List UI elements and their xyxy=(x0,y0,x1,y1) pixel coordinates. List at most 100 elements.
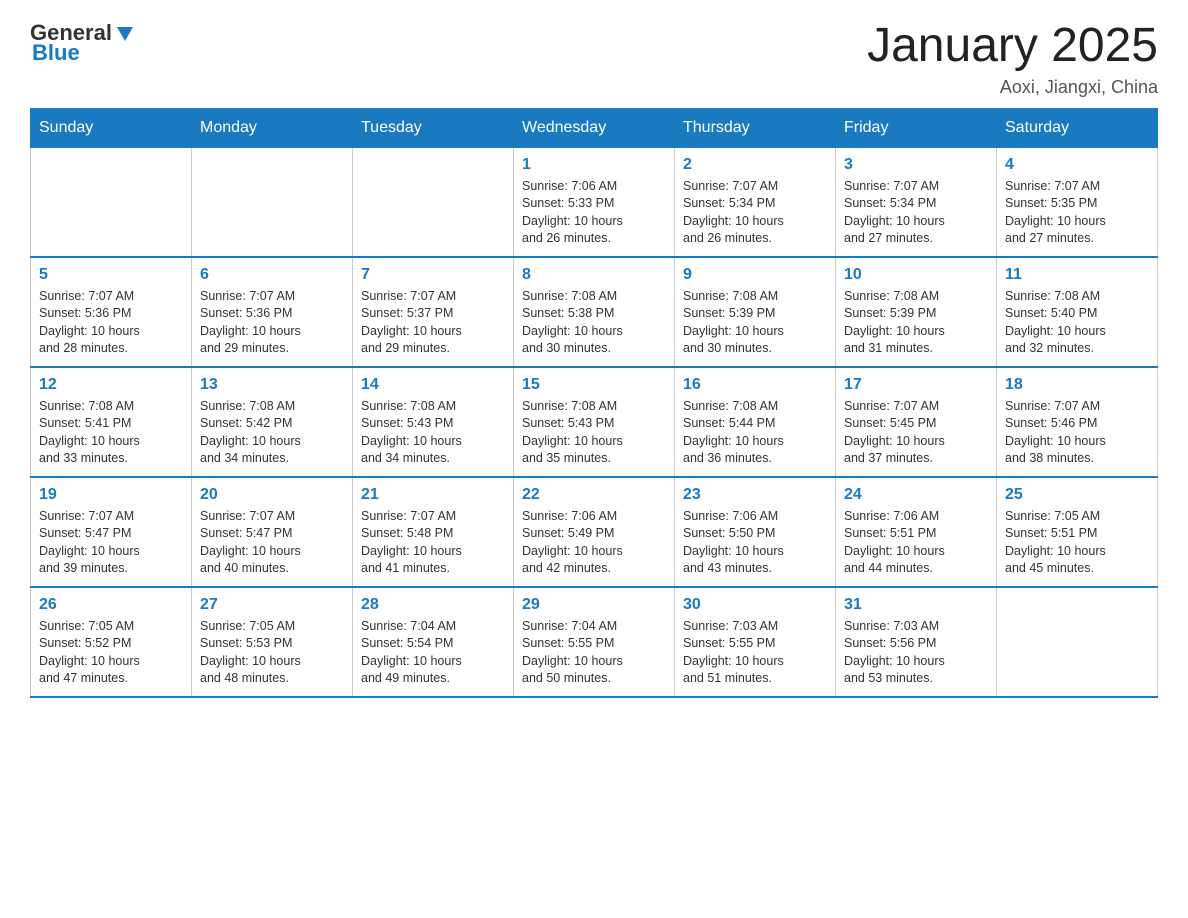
calendar-cell: 2 Sunrise: 7:07 AM Sunset: 5:34 PM Daylig… xyxy=(675,147,836,257)
header-tuesday: Tuesday xyxy=(353,108,514,147)
calendar-cell: 9 Sunrise: 7:08 AM Sunset: 5:39 PM Daylig… xyxy=(675,257,836,367)
day-number: 7 xyxy=(361,266,505,284)
day-number: 3 xyxy=(844,156,988,174)
day-number: 14 xyxy=(361,376,505,394)
header-wednesday: Wednesday xyxy=(514,108,675,147)
day-info: Sunrise: 7:08 AM Sunset: 5:38 PM Dayligh… xyxy=(522,288,666,358)
day-number: 16 xyxy=(683,376,827,394)
week-row-5: 26 Sunrise: 7:05 AM Sunset: 5:52 PM Dayli… xyxy=(31,587,1158,697)
calendar-cell: 24 Sunrise: 7:06 AM Sunset: 5:51 PM Dayli… xyxy=(836,477,997,587)
calendar-cell: 29Sunrise: 7:04 AM Sunset: 5:55 PM Dayli… xyxy=(514,587,675,697)
logo: General Blue xyxy=(30,20,136,66)
day-number: 20 xyxy=(200,486,344,504)
calendar-cell: 21 Sunrise: 7:07 AM Sunset: 5:48 PM Dayli… xyxy=(353,477,514,587)
calendar-cell: 30Sunrise: 7:03 AM Sunset: 5:55 PM Dayli… xyxy=(675,587,836,697)
day-number: 9 xyxy=(683,266,827,284)
day-info: Sunrise: 7:04 AM Sunset: 5:54 PM Dayligh… xyxy=(361,618,505,688)
calendar-cell: 15 Sunrise: 7:08 AM Sunset: 5:43 PM Dayli… xyxy=(514,367,675,477)
logo-blue: Blue xyxy=(32,40,80,66)
day-info: Sunrise: 7:08 AM Sunset: 5:41 PM Dayligh… xyxy=(39,398,183,468)
day-info: Sunrise: 7:05 AM Sunset: 5:52 PM Dayligh… xyxy=(39,618,183,688)
day-number: 1 xyxy=(522,156,666,174)
header-sunday: Sunday xyxy=(31,108,192,147)
calendar-cell xyxy=(353,147,514,257)
day-number: 28 xyxy=(361,596,505,614)
day-number: 8 xyxy=(522,266,666,284)
day-info: Sunrise: 7:07 AM Sunset: 5:36 PM Dayligh… xyxy=(39,288,183,358)
day-info: Sunrise: 7:08 AM Sunset: 5:43 PM Dayligh… xyxy=(522,398,666,468)
calendar-cell: 6Sunrise: 7:07 AM Sunset: 5:36 PM Daylig… xyxy=(192,257,353,367)
calendar-cell xyxy=(997,587,1158,697)
day-info: Sunrise: 7:08 AM Sunset: 5:43 PM Dayligh… xyxy=(361,398,505,468)
calendar-cell: 16 Sunrise: 7:08 AM Sunset: 5:44 PM Dayli… xyxy=(675,367,836,477)
week-row-3: 12 Sunrise: 7:08 AM Sunset: 5:41 PM Dayli… xyxy=(31,367,1158,477)
calendar-subtitle: Aoxi, Jiangxi, China xyxy=(867,77,1158,98)
day-info: Sunrise: 7:07 AM Sunset: 5:34 PM Dayligh… xyxy=(683,178,827,248)
day-info: Sunrise: 7:06 AM Sunset: 5:49 PM Dayligh… xyxy=(522,508,666,578)
calendar-cell: 22Sunrise: 7:06 AM Sunset: 5:49 PM Dayli… xyxy=(514,477,675,587)
day-info: Sunrise: 7:07 AM Sunset: 5:46 PM Dayligh… xyxy=(1005,398,1149,468)
calendar-cell: 23 Sunrise: 7:06 AM Sunset: 5:50 PM Dayli… xyxy=(675,477,836,587)
day-number: 21 xyxy=(361,486,505,504)
day-number: 27 xyxy=(200,596,344,614)
calendar-cell: 20 Sunrise: 7:07 AM Sunset: 5:47 PM Dayli… xyxy=(192,477,353,587)
day-number: 5 xyxy=(39,266,183,284)
calendar-cell: 12 Sunrise: 7:08 AM Sunset: 5:41 PM Dayli… xyxy=(31,367,192,477)
calendar-cell xyxy=(192,147,353,257)
title-block: January 2025 Aoxi, Jiangxi, China xyxy=(867,20,1158,98)
day-number: 23 xyxy=(683,486,827,504)
calendar-cell: 10 Sunrise: 7:08 AM Sunset: 5:39 PM Dayli… xyxy=(836,257,997,367)
day-number: 12 xyxy=(39,376,183,394)
day-info: Sunrise: 7:07 AM Sunset: 5:47 PM Dayligh… xyxy=(200,508,344,578)
day-number: 25 xyxy=(1005,486,1149,504)
day-info: Sunrise: 7:07 AM Sunset: 5:36 PM Dayligh… xyxy=(200,288,344,358)
calendar-cell: 17 Sunrise: 7:07 AM Sunset: 5:45 PM Dayli… xyxy=(836,367,997,477)
day-info: Sunrise: 7:05 AM Sunset: 5:51 PM Dayligh… xyxy=(1005,508,1149,578)
day-number: 2 xyxy=(683,156,827,174)
day-number: 17 xyxy=(844,376,988,394)
week-row-1: 1Sunrise: 7:06 AM Sunset: 5:33 PM Daylig… xyxy=(31,147,1158,257)
day-info: Sunrise: 7:07 AM Sunset: 5:45 PM Dayligh… xyxy=(844,398,988,468)
week-row-4: 19 Sunrise: 7:07 AM Sunset: 5:47 PM Dayli… xyxy=(31,477,1158,587)
day-info: Sunrise: 7:07 AM Sunset: 5:48 PM Dayligh… xyxy=(361,508,505,578)
day-number: 19 xyxy=(39,486,183,504)
day-number: 26 xyxy=(39,596,183,614)
calendar-cell: 18Sunrise: 7:07 AM Sunset: 5:46 PM Dayli… xyxy=(997,367,1158,477)
header-friday: Friday xyxy=(836,108,997,147)
day-info: Sunrise: 7:03 AM Sunset: 5:56 PM Dayligh… xyxy=(844,618,988,688)
calendar-cell: 1Sunrise: 7:06 AM Sunset: 5:33 PM Daylig… xyxy=(514,147,675,257)
calendar-cell: 8 Sunrise: 7:08 AM Sunset: 5:38 PM Daylig… xyxy=(514,257,675,367)
header-thursday: Thursday xyxy=(675,108,836,147)
day-number: 10 xyxy=(844,266,988,284)
day-number: 24 xyxy=(844,486,988,504)
logo-triangle-icon xyxy=(114,23,136,45)
calendar-cell: 19 Sunrise: 7:07 AM Sunset: 5:47 PM Dayli… xyxy=(31,477,192,587)
calendar-cell: 28 Sunrise: 7:04 AM Sunset: 5:54 PM Dayli… xyxy=(353,587,514,697)
calendar-cell: 31 Sunrise: 7:03 AM Sunset: 5:56 PM Dayli… xyxy=(836,587,997,697)
calendar-title: January 2025 xyxy=(867,20,1158,73)
calendar-cell: 27Sunrise: 7:05 AM Sunset: 5:53 PM Dayli… xyxy=(192,587,353,697)
day-info: Sunrise: 7:07 AM Sunset: 5:47 PM Dayligh… xyxy=(39,508,183,578)
week-row-2: 5 Sunrise: 7:07 AM Sunset: 5:36 PM Daylig… xyxy=(31,257,1158,367)
day-info: Sunrise: 7:08 AM Sunset: 5:44 PM Dayligh… xyxy=(683,398,827,468)
calendar-cell xyxy=(31,147,192,257)
header-monday: Monday xyxy=(192,108,353,147)
calendar-cell: 25 Sunrise: 7:05 AM Sunset: 5:51 PM Dayli… xyxy=(997,477,1158,587)
page-header: General Blue January 2025 Aoxi, Jiangxi,… xyxy=(30,20,1158,98)
day-number: 15 xyxy=(522,376,666,394)
calendar-header-row: SundayMondayTuesdayWednesdayThursdayFrid… xyxy=(31,108,1158,147)
day-info: Sunrise: 7:06 AM Sunset: 5:51 PM Dayligh… xyxy=(844,508,988,578)
day-info: Sunrise: 7:08 AM Sunset: 5:42 PM Dayligh… xyxy=(200,398,344,468)
calendar-cell: 14 Sunrise: 7:08 AM Sunset: 5:43 PM Dayli… xyxy=(353,367,514,477)
day-info: Sunrise: 7:08 AM Sunset: 5:39 PM Dayligh… xyxy=(844,288,988,358)
day-info: Sunrise: 7:03 AM Sunset: 5:55 PM Dayligh… xyxy=(683,618,827,688)
calendar-table: SundayMondayTuesdayWednesdayThursdayFrid… xyxy=(30,108,1158,698)
day-info: Sunrise: 7:08 AM Sunset: 5:39 PM Dayligh… xyxy=(683,288,827,358)
calendar-cell: 5 Sunrise: 7:07 AM Sunset: 5:36 PM Daylig… xyxy=(31,257,192,367)
day-number: 31 xyxy=(844,596,988,614)
calendar-cell: 3Sunrise: 7:07 AM Sunset: 5:34 PM Daylig… xyxy=(836,147,997,257)
day-info: Sunrise: 7:07 AM Sunset: 5:37 PM Dayligh… xyxy=(361,288,505,358)
calendar-cell: 26 Sunrise: 7:05 AM Sunset: 5:52 PM Dayli… xyxy=(31,587,192,697)
day-info: Sunrise: 7:06 AM Sunset: 5:50 PM Dayligh… xyxy=(683,508,827,578)
day-number: 13 xyxy=(200,376,344,394)
